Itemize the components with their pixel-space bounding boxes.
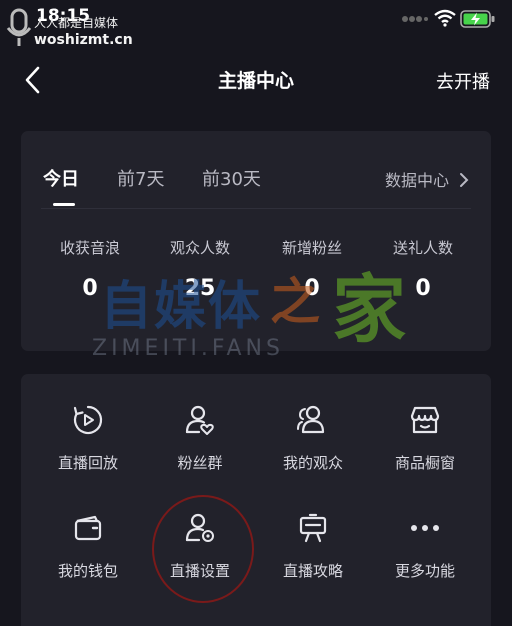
- highlight-circle-annotation: [152, 495, 254, 603]
- wallet-icon: [30, 510, 146, 546]
- stat-gift-senders: 送礼人数 0: [368, 237, 478, 301]
- watermark-url: woshizmt.cn: [34, 32, 133, 48]
- stat-label: 收获音浪: [59, 239, 120, 257]
- stat-value: 0: [415, 276, 431, 301]
- tools-card: 直播回放 粉丝群 我的观众 商品橱窗 我的钱包 直播设置 直播攻略 更多功能: [21, 374, 491, 626]
- tab-divider: [41, 208, 471, 209]
- stat-value: 25: [184, 276, 216, 301]
- tool-label: 粉丝群: [177, 454, 223, 472]
- data-center-label: 数据中心: [384, 171, 449, 190]
- user-heart-icon: [142, 402, 258, 438]
- stat-sound-waves: 收获音浪 0: [35, 237, 145, 301]
- tool-label: 商品橱窗: [394, 454, 455, 472]
- microphone-watermark-icon: [6, 8, 32, 46]
- easel-icon: [255, 510, 371, 546]
- tool-fan-group[interactable]: 粉丝群: [142, 402, 258, 473]
- tool-label: 更多功能: [394, 562, 455, 580]
- store-icon: [367, 402, 483, 438]
- chevron-right-icon: [459, 172, 469, 192]
- battery-charging-icon: [460, 10, 495, 28]
- watermark-caption: 人人都是自媒体: [34, 16, 119, 30]
- stat-label: 观众人数: [169, 239, 230, 257]
- tool-my-audience[interactable]: 我的观众: [255, 402, 371, 473]
- tool-my-wallet[interactable]: 我的钱包: [30, 510, 146, 581]
- tool-more-features[interactable]: 更多功能: [367, 510, 483, 581]
- tab-today[interactable]: 今日: [43, 165, 79, 191]
- period-tabs: 今日 前7天 前30天 数据中心: [21, 131, 491, 209]
- data-center-link[interactable]: 数据中心: [385, 167, 469, 192]
- signal-dots-icon: [402, 16, 428, 22]
- tool-label: 我的观众: [282, 454, 343, 472]
- stat-label: 新增粉丝: [281, 239, 342, 257]
- tab-30-days[interactable]: 前30天: [202, 165, 261, 191]
- status-bar: 18:15 人人都是自媒体 woshizmt.cn: [0, 0, 512, 48]
- tool-live-replay[interactable]: 直播回放: [30, 402, 146, 473]
- stat-value: 0: [82, 276, 98, 301]
- navigation-bar: 主播中心 去开播: [0, 50, 512, 108]
- stat-label: 送礼人数: [392, 239, 453, 257]
- stat-value: 0: [304, 276, 320, 301]
- tool-live-guide[interactable]: 直播攻略: [255, 510, 371, 581]
- tool-product-showcase[interactable]: 商品橱窗: [367, 402, 483, 473]
- tool-label: 我的钱包: [57, 562, 118, 580]
- tool-label: 直播回放: [57, 454, 118, 472]
- tab-7-days[interactable]: 前7天: [117, 165, 164, 191]
- stat-viewers: 观众人数 25: [145, 237, 255, 301]
- users-icon: [255, 402, 371, 438]
- more-dots-icon: [367, 510, 483, 546]
- active-tab-indicator: [53, 203, 75, 206]
- go-live-button[interactable]: 去开播: [436, 68, 490, 94]
- stats-card: 今日 前7天 前30天 数据中心 收获音浪 0 观众人数 25 新增粉丝 0 送…: [21, 131, 491, 351]
- tool-label: 直播攻略: [282, 562, 343, 580]
- play-circle-icon: [30, 402, 146, 438]
- wifi-icon: [434, 9, 456, 27]
- stat-new-fans: 新增粉丝 0: [257, 237, 367, 301]
